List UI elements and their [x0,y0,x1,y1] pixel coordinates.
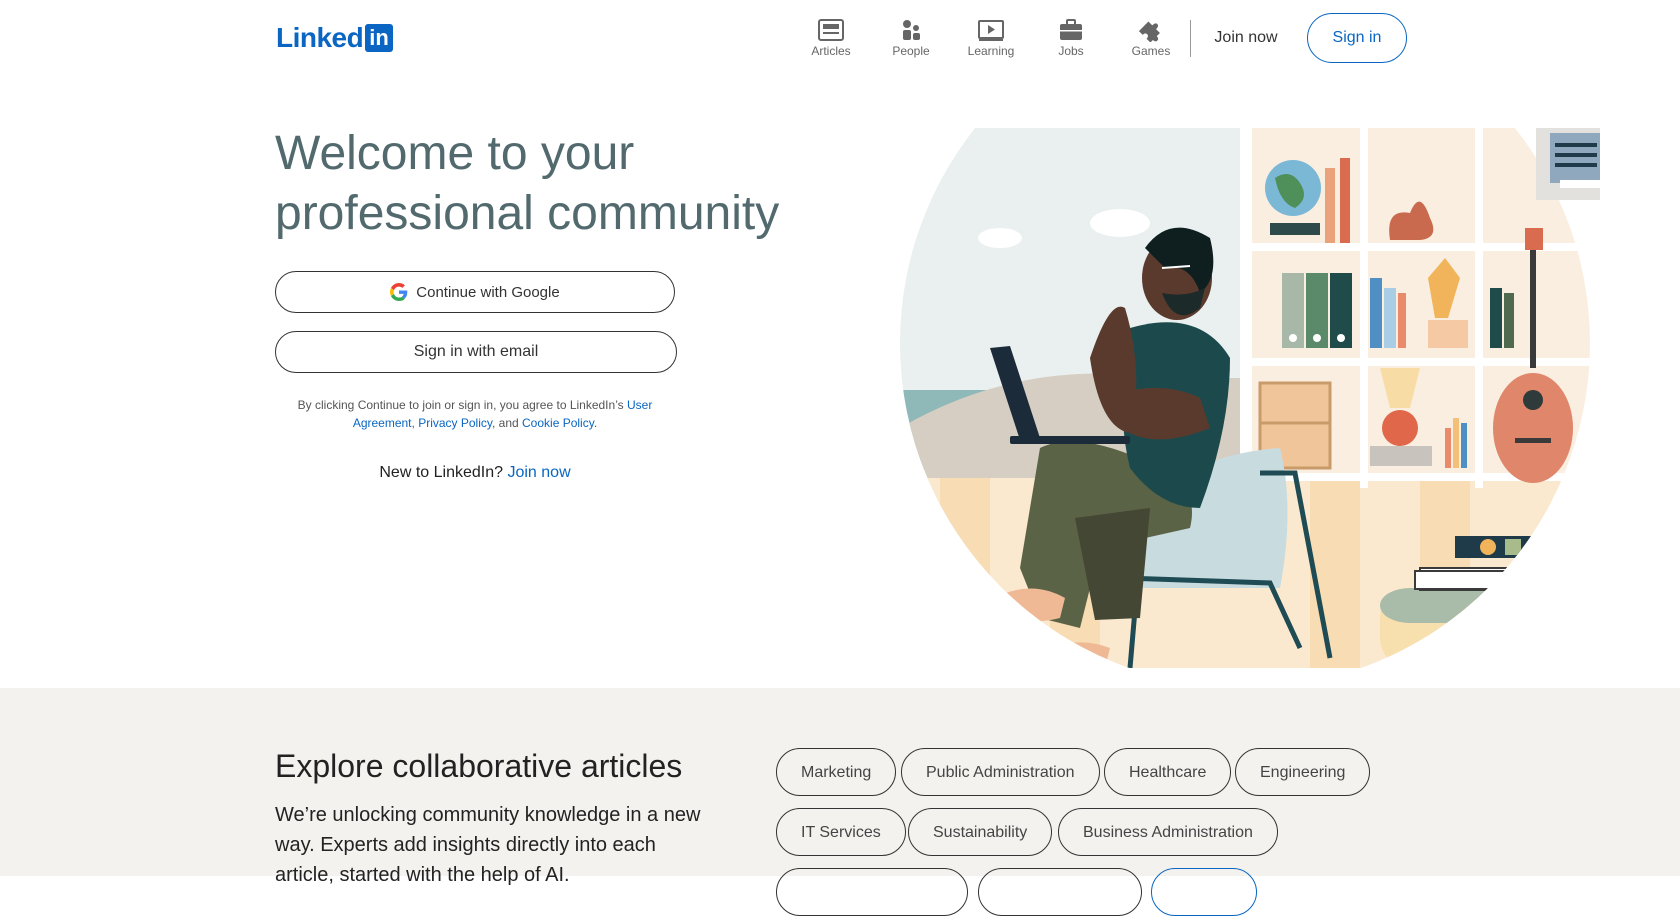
hero-title: Welcome to your professional community [275,127,780,240]
legal-prefix: By clicking Continue to join or sign in,… [297,398,627,412]
sign-in-with-email-button[interactable]: Sign in with email [275,331,677,373]
nav-learning[interactable]: Learning [951,18,1031,58]
topic-pill-engineering[interactable]: Engineering [1235,748,1371,796]
linkedin-logo[interactable]: Linked in [276,24,393,52]
nav-articles[interactable]: Articles [791,18,871,58]
nav-divider [1190,20,1191,57]
new-to-linkedin: New to LinkedIn? Join now [275,464,675,482]
topic-pill-healthcare[interactable]: Healthcare [1104,748,1232,796]
topic-pill-business-administration[interactable]: Business Administration [1058,808,1278,856]
people-icon [903,20,920,40]
logo-box: in [365,24,393,52]
header-sign-in-button[interactable]: Sign in [1307,13,1407,63]
topic-pill-public-administration[interactable]: Public Administration [901,748,1100,796]
nav-people[interactable]: People [871,18,951,58]
explore-description: We’re unlocking community knowledge in a… [275,804,701,886]
nav-jobs[interactable]: Jobs [1031,18,1111,58]
games-icon [1138,21,1160,42]
topic-pill-sustainability[interactable]: Sustainability [908,808,1053,856]
nav-people-label: People [892,44,930,58]
hero-illustration [900,128,1600,668]
nav-jobs-label: Jobs [1058,44,1084,58]
continue-with-google-button[interactable]: Continue with Google [275,271,675,313]
google-icon [390,283,408,301]
jobs-icon [1060,19,1082,40]
topic-pill-more-2[interactable] [978,868,1142,916]
legal-sep2: , and [491,416,523,430]
topic-pill-more-1[interactable] [776,868,968,916]
top-header: Linked in Articles People Learning Jobs G… [0,0,1680,80]
show-all-pill[interactable] [1151,868,1257,916]
nav-learning-label: Learning [967,44,1015,58]
articles-icon [818,19,844,41]
topic-pill-marketing[interactable]: Marketing [776,748,897,796]
learning-icon [978,20,1004,41]
legal-suffix: . [593,416,598,430]
cookie-policy-link[interactable]: Cookie Policy [522,416,594,430]
topic-pill-it-services[interactable]: IT Services [776,808,906,856]
google-button-label: Continue with Google [416,283,560,301]
logo-word: Linked [276,22,364,53]
legal-notice: By clicking Continue to join or sign in,… [275,396,675,432]
nav-games-label: Games [1131,44,1171,58]
join-now-link[interactable]: Join now [507,464,570,481]
header-join-now-button[interactable]: Join now [1200,13,1292,63]
nav-games[interactable]: Games [1111,18,1191,58]
explore-section: Explore collaborative articles We’re unl… [0,688,1680,916]
new-to-text: New to LinkedIn? [379,464,504,481]
explore-title: Explore collaborative articles [275,748,683,784]
privacy-policy-link[interactable]: Privacy Policy [418,416,492,430]
nav-articles-label: Articles [811,44,851,58]
